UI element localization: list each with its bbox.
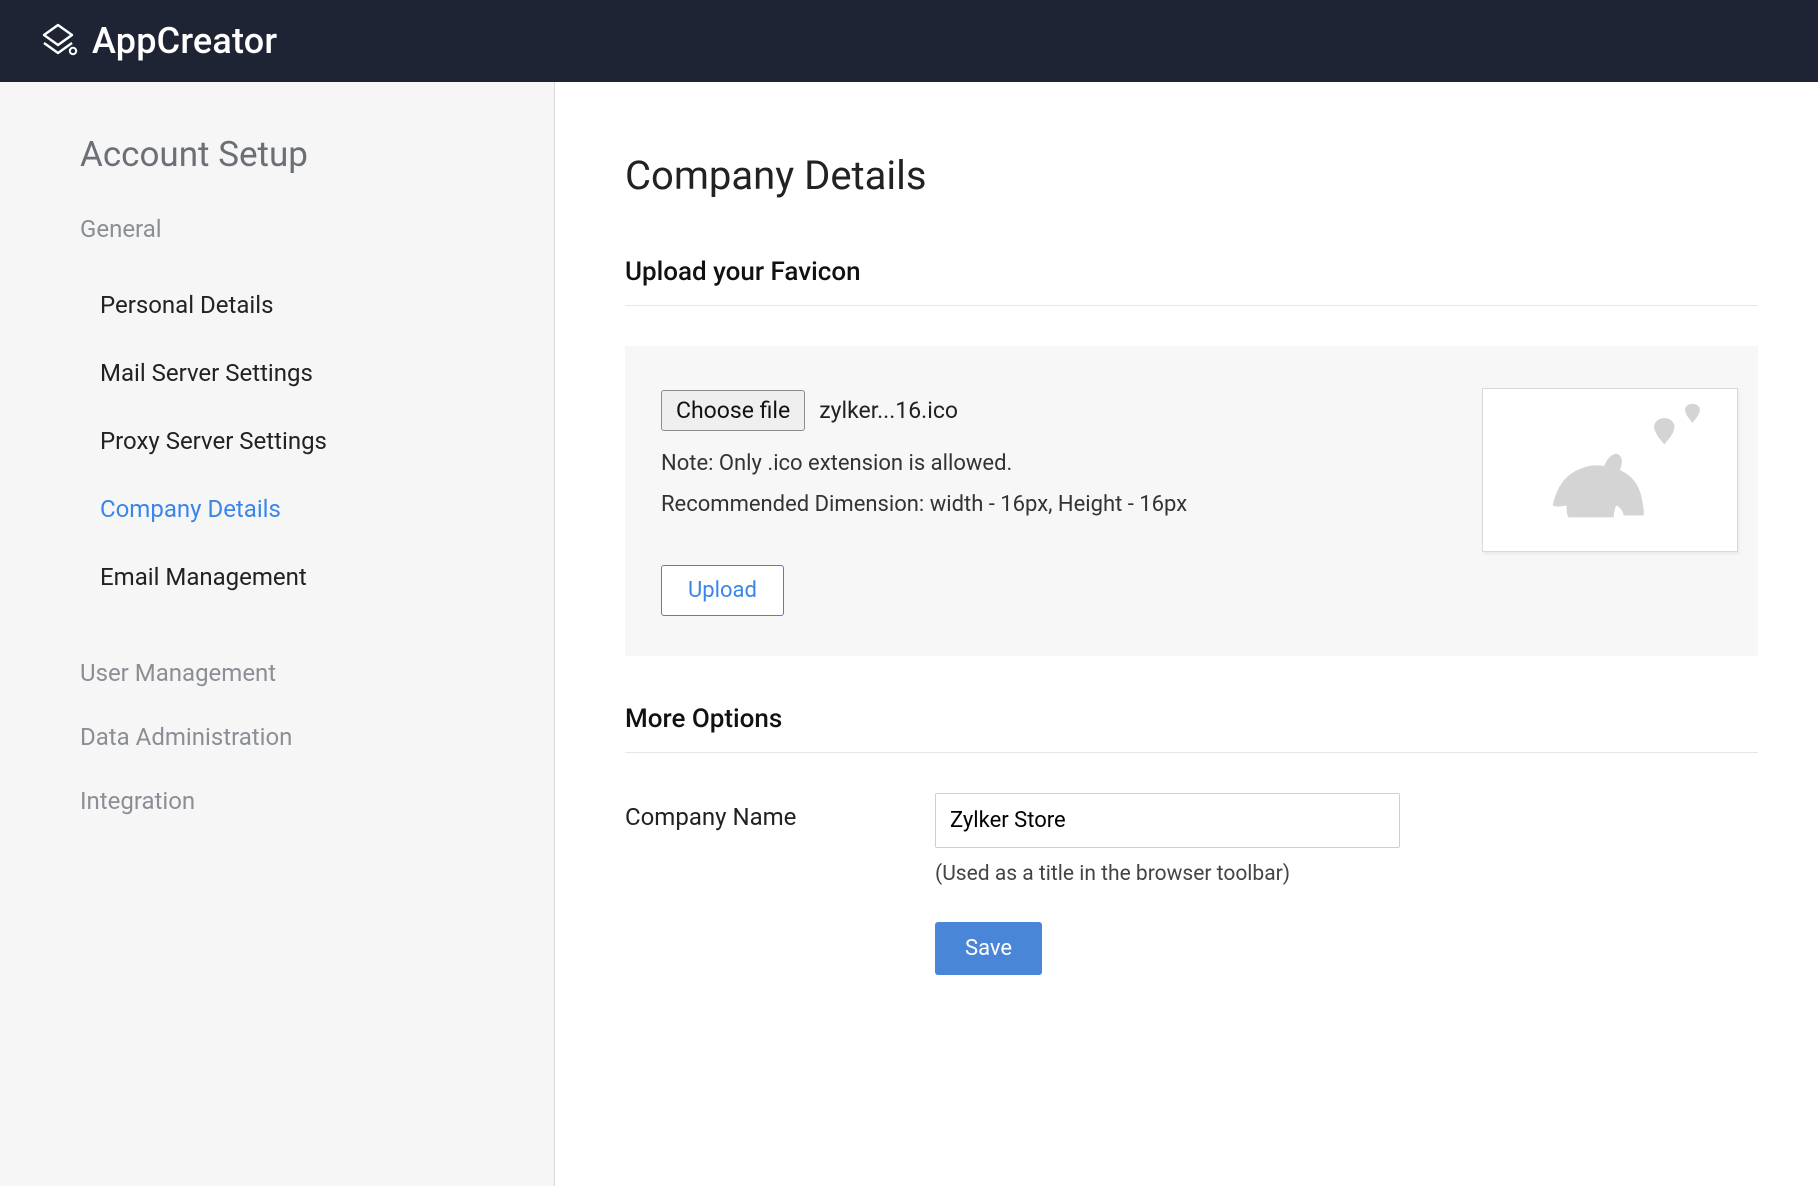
topbar: AppCreator: [0, 0, 1818, 82]
favicon-preview: [1482, 388, 1738, 552]
choose-file-button[interactable]: Choose file: [661, 390, 805, 431]
sidebar-title: Account Setup: [80, 134, 554, 175]
selected-filename: zylker...16.ico: [819, 397, 958, 424]
favicon-heading: Upload your Favicon: [625, 257, 1758, 306]
company-name-input[interactable]: [935, 793, 1400, 848]
save-button[interactable]: Save: [935, 922, 1042, 975]
company-name-label: Company Name: [625, 793, 855, 831]
sidebar-item-email-management[interactable]: Email Management: [80, 543, 554, 611]
sidebar: Account Setup General Personal Details M…: [0, 82, 555, 1186]
main-content: Company Details Upload your Favicon Choo…: [555, 82, 1818, 1186]
more-options-heading: More Options: [625, 704, 1758, 753]
sidebar-item-proxy-server[interactable]: Proxy Server Settings: [80, 407, 554, 475]
sidebar-item-user-management[interactable]: User Management: [80, 641, 554, 705]
app-logo-icon: [38, 21, 78, 61]
brand-text: AppCreator: [92, 20, 277, 62]
sidebar-section-general[interactable]: General: [80, 215, 554, 243]
sidebar-item-personal-details[interactable]: Personal Details: [80, 271, 554, 339]
sidebar-item-company-details[interactable]: Company Details: [80, 475, 554, 543]
brand: AppCreator: [38, 20, 277, 62]
company-name-hint: (Used as a title in the browser toolbar): [935, 862, 1400, 886]
favicon-panel: Choose file zylker...16.ico Note: Only .…: [625, 346, 1758, 656]
sidebar-item-mail-server[interactable]: Mail Server Settings: [80, 339, 554, 407]
sidebar-item-data-administration[interactable]: Data Administration: [80, 705, 554, 769]
page-title: Company Details: [625, 152, 1758, 199]
sidebar-item-integration[interactable]: Integration: [80, 769, 554, 833]
upload-button[interactable]: Upload: [661, 565, 784, 616]
